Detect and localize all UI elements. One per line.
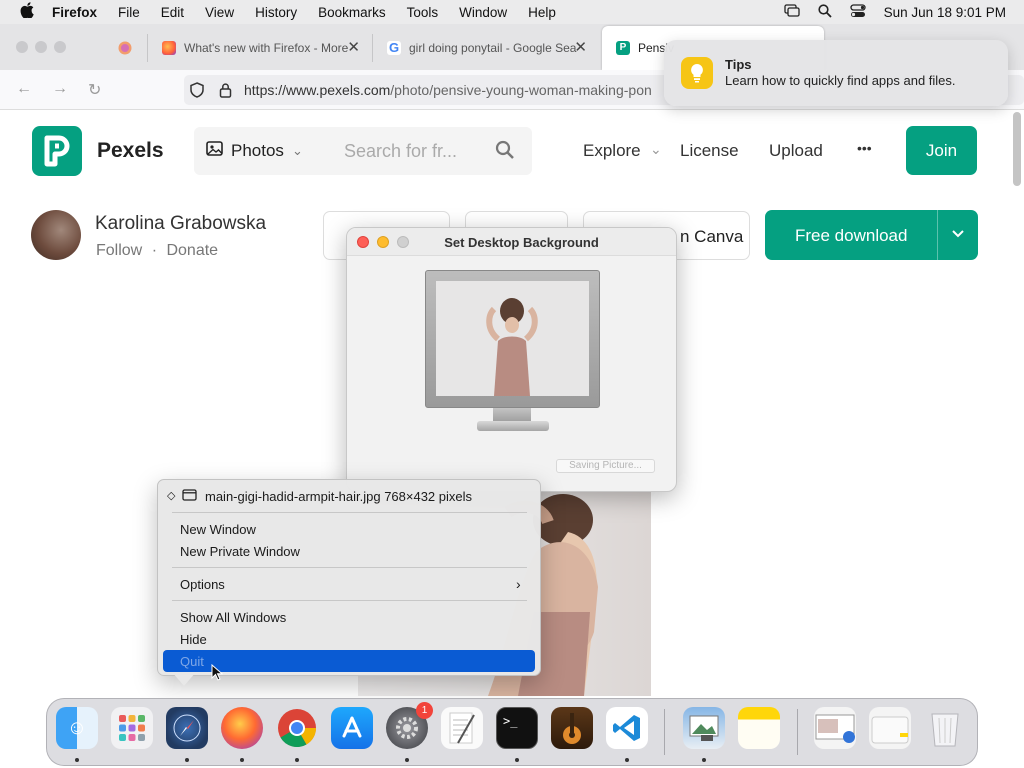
menu-window[interactable]: Window xyxy=(459,5,507,20)
menu-item-quit[interactable]: Quit xyxy=(180,654,204,669)
menu-history[interactable]: History xyxy=(255,5,297,20)
tab-title: girl doing ponytail - Google Sea xyxy=(409,41,577,55)
window-close-button[interactable] xyxy=(16,41,28,53)
menu-view[interactable]: View xyxy=(205,5,234,20)
dock: ☺ 1 >_ xyxy=(46,698,978,766)
chevron-down-icon[interactable]: ⌄ xyxy=(650,141,662,158)
pexels-logo-icon[interactable] xyxy=(32,126,82,176)
dialog-titlebar: Set Desktop Background xyxy=(347,228,676,256)
textedit-icon[interactable] xyxy=(441,707,483,749)
tips-title: Tips xyxy=(725,57,752,72)
license-link[interactable]: License xyxy=(680,141,739,161)
finder-icon[interactable]: ☺ xyxy=(56,707,98,749)
tab-firefox-whats-new[interactable]: What's new with Firefox - More ✕ xyxy=(148,26,370,70)
page-scrollbar[interactable] xyxy=(1013,112,1021,186)
vscode-icon[interactable] xyxy=(606,707,648,749)
lock-icon[interactable] xyxy=(219,82,232,103)
monitor-preview-icon xyxy=(425,270,600,408)
chevron-down-icon[interactable] xyxy=(951,224,965,247)
explore-link[interactable]: Explore xyxy=(583,141,641,161)
launchpad-icon[interactable] xyxy=(111,707,153,749)
dialog-title: Set Desktop Background xyxy=(444,235,599,250)
chevron-right-icon: › xyxy=(516,576,521,592)
download-label: Free download xyxy=(795,226,908,245)
saving-status: Saving Picture... xyxy=(556,459,655,473)
reload-icon[interactable]: ↻ xyxy=(88,80,101,100)
menu-file[interactable]: File xyxy=(118,5,140,20)
tracking-protection-shield-icon[interactable] xyxy=(190,82,204,103)
firefox-icon[interactable] xyxy=(221,707,263,749)
brand-name[interactable]: Pexels xyxy=(97,139,164,163)
free-download-button[interactable]: Free download xyxy=(765,210,978,260)
image-icon xyxy=(206,141,223,161)
menu-item-new-private-window[interactable]: New Private Window xyxy=(180,544,300,559)
menu-edit[interactable]: Edit xyxy=(161,5,184,20)
close-tab-icon[interactable]: ✕ xyxy=(574,38,587,56)
join-button[interactable]: Join xyxy=(906,126,977,175)
google-icon: G xyxy=(387,40,401,55)
menu-item-show-all-windows[interactable]: Show All Windows xyxy=(180,610,286,625)
back-arrow-icon[interactable]: ← xyxy=(16,80,32,98)
menu-item-hide[interactable]: Hide xyxy=(180,632,207,647)
downloads-folder-icon[interactable] xyxy=(869,707,911,749)
avatar[interactable] xyxy=(31,210,81,260)
firefox-view-icon[interactable] xyxy=(118,41,132,60)
tab-title: What's new with Firefox - More xyxy=(184,41,349,55)
apple-menu-icon[interactable] xyxy=(20,2,34,22)
wallpaper-preview xyxy=(436,281,589,396)
chevron-down-icon: ⌄ xyxy=(291,143,303,158)
donate-link[interactable]: Donate xyxy=(166,242,218,259)
pexels-favicon-icon: P xyxy=(616,41,630,55)
set-desktop-background-dialog: Set Desktop Background Saving Picture... xyxy=(346,227,677,492)
tips-body: Learn how to quickly find apps and files… xyxy=(725,73,956,88)
firefox-icon xyxy=(162,41,176,55)
close-tab-icon[interactable]: ✕ xyxy=(347,38,360,56)
notification-badge: 1 xyxy=(416,702,433,719)
preview-icon[interactable] xyxy=(683,707,725,749)
follow-link[interactable]: Follow xyxy=(96,242,142,259)
tab-google-search[interactable]: G girl doing ponytail - Google Sea ✕ xyxy=(373,26,597,70)
menu-item-window-image[interactable]: main-gigi-hadid-armpit-hair.jpg 768×432 … xyxy=(205,489,472,504)
terminal-icon[interactable]: >_ xyxy=(496,707,538,749)
lightbulb-icon xyxy=(681,57,713,89)
chrome-icon[interactable] xyxy=(276,707,318,749)
search-icon[interactable] xyxy=(495,140,515,165)
author-actions: Follow · Donate xyxy=(96,242,219,259)
window-icon xyxy=(182,489,197,504)
dock-context-menu: ◇ main-gigi-hadid-armpit-hair.jpg 768×43… xyxy=(157,479,541,681)
safari-icon[interactable] xyxy=(166,707,208,749)
screen-mirroring-icon[interactable] xyxy=(784,4,800,20)
menu-item-new-window[interactable]: New Window xyxy=(180,522,256,537)
notes-icon[interactable] xyxy=(738,707,780,749)
url-path: /photo/pensive-young-woman-making-pon xyxy=(390,82,652,98)
trash-icon[interactable] xyxy=(924,707,966,749)
upload-link[interactable]: Upload xyxy=(769,141,823,161)
menu-bar: Firefox File Edit View History Bookmarks… xyxy=(0,0,1024,24)
minimized-window-thumbnail[interactable] xyxy=(814,707,856,749)
menu-bookmarks[interactable]: Bookmarks xyxy=(318,5,386,20)
tips-notification[interactable]: Tips Learn how to quickly find apps and … xyxy=(664,40,1008,106)
photos-label: Photos xyxy=(231,141,284,160)
url-text[interactable]: https://www.pexels.com/photo/pensive-you… xyxy=(244,82,652,98)
menu-help[interactable]: Help xyxy=(528,5,556,20)
more-options-icon[interactable]: ••• xyxy=(857,140,872,156)
url-domain: https://www.pexels.com xyxy=(244,82,391,98)
menu-item-options[interactable]: Options xyxy=(180,577,225,592)
author-name[interactable]: Karolina Grabowska xyxy=(95,213,266,235)
menu-clock[interactable]: Sun Jun 18 9:01 PM xyxy=(884,5,1006,20)
diamond-icon: ◇ xyxy=(167,490,176,502)
forward-arrow-icon[interactable]: → xyxy=(52,80,68,98)
canva-label: n Canva xyxy=(680,227,744,246)
spotlight-search-icon[interactable] xyxy=(818,3,832,21)
control-center-icon[interactable] xyxy=(850,3,866,21)
menu-app-name[interactable]: Firefox xyxy=(52,5,97,20)
garageband-icon[interactable] xyxy=(551,707,593,749)
menu-tools[interactable]: Tools xyxy=(407,5,439,20)
photos-dropdown-button[interactable]: Photos ⌄ xyxy=(194,127,322,175)
mouse-cursor-icon xyxy=(211,663,224,685)
window-zoom-button[interactable] xyxy=(54,41,66,53)
window-minimize-button[interactable] xyxy=(35,41,47,53)
app-store-icon[interactable] xyxy=(331,707,373,749)
